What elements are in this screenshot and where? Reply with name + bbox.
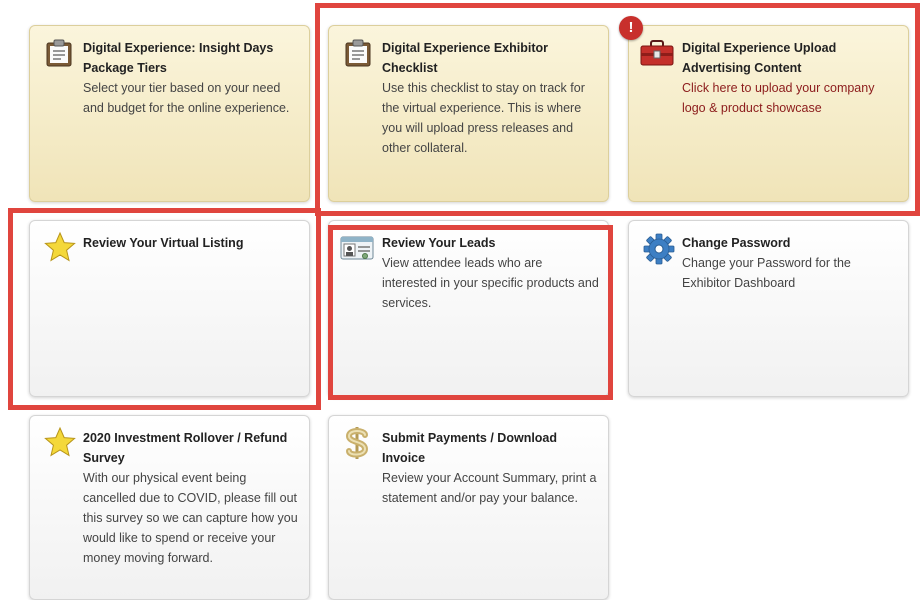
card-title: Review Your Virtual Listing [83, 236, 244, 250]
star-icon [44, 231, 76, 262]
id-card-icon [339, 233, 375, 263]
card-review-leads[interactable]: Review Your Leads View attendee leads wh… [328, 220, 609, 397]
clipboard-icon [343, 38, 373, 68]
card-description: Change your Password for the Exhibitor D… [682, 256, 851, 290]
card-submit-payments[interactable]: Submit Payments / Download Invoice Revie… [328, 415, 609, 600]
card-description: Use this checklist to stay on track for … [382, 81, 585, 155]
card-change-password[interactable]: Change Password Change your Password for… [628, 220, 909, 397]
alert-badge: ! [619, 16, 643, 40]
card-title: Submit Payments / Download Invoice [382, 431, 558, 465]
card-description: With our physical event being cancelled … [83, 471, 298, 565]
card-upload-advertising-content[interactable]: Digital Experience Upload Advertising Co… [628, 25, 909, 202]
card-review-virtual-listing[interactable]: Review Your Virtual Listing [29, 220, 310, 397]
card-title: Review Your Leads [382, 236, 496, 250]
star-icon [44, 426, 76, 457]
card-title: Digital Experience Exhibitor Checklist [382, 41, 549, 75]
dollar-icon [341, 426, 371, 459]
card-title: 2020 Investment Rollover / Refund Survey [83, 431, 288, 465]
card-description: Review your Account Summary, print a sta… [382, 471, 597, 505]
card-insight-days-package-tiers[interactable]: Digital Experience: Insight Days Package… [29, 25, 310, 202]
card-description: View attendee leads who are interested i… [382, 256, 599, 310]
clipboard-icon [44, 38, 74, 68]
card-title: Digital Experience Upload Advertising Co… [682, 41, 837, 75]
card-description: Select your tier based on your need and … [83, 81, 290, 115]
card-description[interactable]: Click here to upload your company logo &… [682, 78, 900, 118]
card-title: Digital Experience: Insight Days Package… [83, 41, 274, 75]
toolbox-icon [639, 38, 675, 68]
card-investment-rollover-survey[interactable]: 2020 Investment Rollover / Refund Survey… [29, 415, 310, 600]
card-exhibitor-checklist[interactable]: Digital Experience Exhibitor Checklist U… [328, 25, 609, 202]
card-title: Change Password [682, 236, 791, 250]
gear-icon [643, 233, 675, 265]
